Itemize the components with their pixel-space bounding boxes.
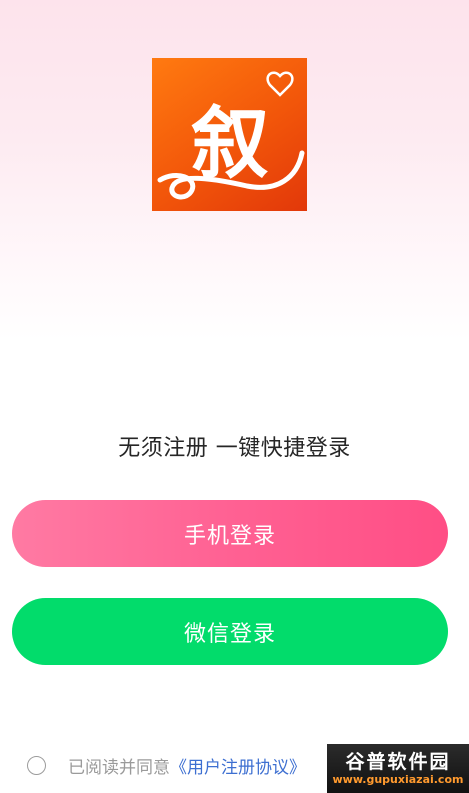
agreement-row: 已阅读并同意 《用户注册协议》	[27, 752, 306, 778]
user-agreement-link[interactable]: 《用户注册协议》	[170, 753, 306, 778]
agreement-text: 已阅读并同意	[68, 757, 170, 778]
phone-login-label: 手机登录	[183, 523, 276, 549]
agreement-checkbox[interactable]	[27, 755, 46, 775]
watermark-title: 谷普软件园	[345, 750, 451, 773]
watermark-logo: 谷普软件园 www.gupuxiazai.com	[327, 744, 469, 793]
watermark-url: www.gupuxiazai.com	[332, 772, 464, 786]
wechat-login-button[interactable]: 微信登录	[12, 598, 448, 665]
svg-text:叙: 叙	[191, 99, 269, 189]
wechat-login-label: 微信登录	[183, 621, 276, 647]
app-logo: 叙	[152, 58, 307, 211]
phone-login-button[interactable]: 手机登录	[12, 500, 448, 567]
app-logo-icon: 叙	[157, 71, 305, 200]
tagline: 无须注册 一键快捷登录	[118, 436, 351, 461]
